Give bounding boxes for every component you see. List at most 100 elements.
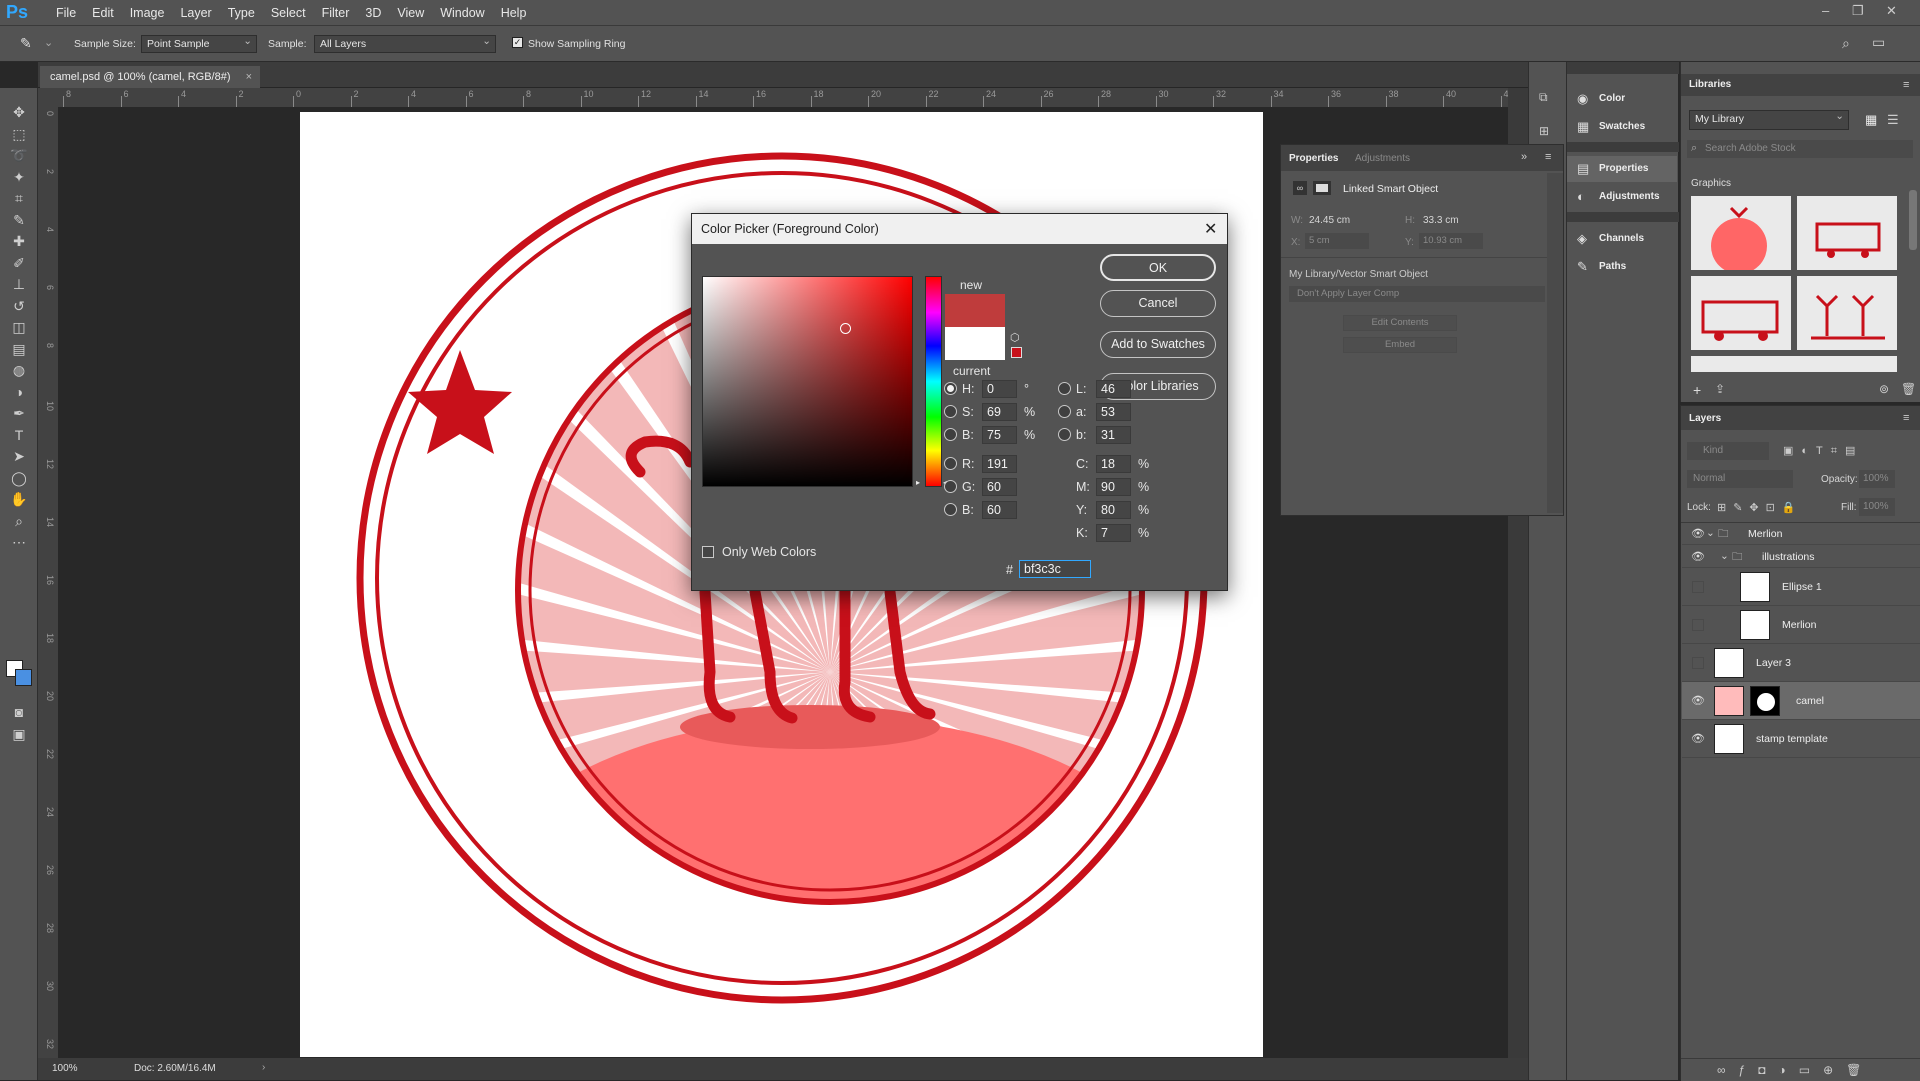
red-input[interactable]: 191 bbox=[982, 455, 1017, 473]
type-tool-icon[interactable]: T bbox=[9, 425, 29, 445]
layer-row[interactable]: 👁 ⌄ 🗀 illustrations bbox=[1682, 545, 1920, 568]
pen-tool-icon[interactable]: ✒ bbox=[9, 403, 29, 423]
cancel-button[interactable]: Cancel bbox=[1100, 290, 1216, 317]
side-panel-channels[interactable]: ◈ Channels bbox=[1567, 226, 1677, 252]
layer-comp-select[interactable]: Don't Apply Layer Comp bbox=[1289, 286, 1545, 302]
menu-filter[interactable]: Filter bbox=[314, 6, 358, 20]
menu-layer[interactable]: Layer bbox=[172, 6, 219, 20]
lab-a-radio[interactable] bbox=[1058, 405, 1071, 418]
ellipse-tool-icon[interactable]: ◯ bbox=[9, 468, 29, 488]
brush-preset-icon[interactable]: ⊞ bbox=[1539, 124, 1549, 138]
menu-help[interactable]: Help bbox=[493, 6, 535, 20]
current-color-swatch[interactable] bbox=[945, 327, 1005, 360]
graphic-thumb-bus[interactable] bbox=[1691, 276, 1791, 350]
zoom-level[interactable]: 100% bbox=[52, 1063, 78, 1074]
list-view-icon[interactable]: ☰ bbox=[1887, 112, 1899, 128]
hue-radio[interactable] bbox=[944, 382, 957, 395]
minimize-icon[interactable]: – bbox=[1822, 3, 1829, 18]
magic-wand-tool-icon[interactable]: ✦ bbox=[9, 167, 29, 187]
dialog-close-icon[interactable]: ✕ bbox=[1204, 219, 1217, 239]
side-panel-adjustments[interactable]: ◐ Adjustments bbox=[1567, 184, 1677, 210]
x-field[interactable]: 5 cm bbox=[1305, 233, 1369, 249]
marquee-tool-icon[interactable]: ⬚ bbox=[9, 124, 29, 144]
layer-row[interactable]: Merlion bbox=[1682, 606, 1920, 644]
color-picker-cursor[interactable] bbox=[840, 323, 851, 334]
path-selection-tool-icon[interactable]: ➤ bbox=[9, 446, 29, 466]
show-ring-checkbox[interactable]: ✓ bbox=[512, 37, 523, 48]
brightness-input[interactable]: 75 bbox=[982, 426, 1017, 444]
brush-tool-icon[interactable]: ✐ bbox=[9, 253, 29, 273]
add-content-icon[interactable]: + bbox=[1693, 382, 1701, 398]
library-select[interactable]: My Library bbox=[1689, 110, 1849, 130]
grid-view-icon[interactable]: ▦ bbox=[1865, 112, 1877, 128]
eyedropper-icon[interactable]: ✎ bbox=[20, 35, 32, 52]
eraser-tool-icon[interactable]: ◫ bbox=[9, 317, 29, 337]
layer-row[interactable]: Layer 3 bbox=[1682, 644, 1920, 682]
sample-size-select[interactable]: Point Sample bbox=[141, 35, 257, 53]
lab-l-radio[interactable] bbox=[1058, 382, 1071, 395]
tab-adjustments[interactable]: Adjustments bbox=[1355, 153, 1410, 164]
side-panel-properties[interactable]: ▤ Properties bbox=[1567, 156, 1677, 182]
brightness-radio[interactable] bbox=[944, 428, 957, 441]
menu-view[interactable]: View bbox=[389, 6, 432, 20]
lasso-tool-icon[interactable]: ➰ bbox=[9, 145, 29, 165]
status-menu-icon[interactable]: › bbox=[262, 1062, 265, 1073]
hue-input[interactable]: 0 bbox=[982, 380, 1017, 398]
properties-scrollbar[interactable] bbox=[1547, 173, 1563, 513]
side-panel-paths[interactable]: ✎ Paths bbox=[1567, 254, 1677, 280]
restore-icon[interactable]: ❐ bbox=[1852, 3, 1864, 19]
blue-radio[interactable] bbox=[944, 503, 957, 516]
menu-select[interactable]: Select bbox=[263, 6, 314, 20]
layer-actions-icons[interactable]: ∞ƒ◘◑▭⊕🗑 bbox=[1717, 1063, 1874, 1077]
lab-l-input[interactable]: 46 bbox=[1096, 380, 1131, 398]
chevron-down-icon[interactable]: ⌄ bbox=[1706, 527, 1715, 539]
only-web-colors-checkbox[interactable] bbox=[702, 546, 714, 558]
layers-menu-icon[interactable]: ≡ bbox=[1903, 412, 1909, 424]
visibility-toggle[interactable] bbox=[1692, 657, 1704, 669]
hue-slider[interactable] bbox=[925, 276, 942, 487]
workspace-icon[interactable]: ▭ bbox=[1872, 34, 1885, 51]
eye-icon[interactable]: 👁 bbox=[1691, 550, 1705, 563]
history-icon[interactable]: ⧉ bbox=[1539, 90, 1548, 105]
chevron-down-icon[interactable]: ⌄ bbox=[44, 36, 53, 49]
layer-row[interactable]: 👁 stamp template bbox=[1682, 720, 1920, 758]
opacity-field[interactable]: 100% bbox=[1859, 470, 1895, 488]
saturation-brightness-field[interactable] bbox=[702, 276, 913, 487]
graphics-section[interactable]: Graphics bbox=[1691, 178, 1731, 189]
w-value[interactable]: 24.45 cm bbox=[1309, 215, 1350, 226]
trash-icon[interactable]: 🗑 bbox=[1901, 382, 1916, 396]
green-radio[interactable] bbox=[944, 480, 957, 493]
sample-select[interactable]: All Layers bbox=[314, 35, 496, 53]
menu-3d[interactable]: 3D bbox=[357, 6, 389, 20]
red-radio[interactable] bbox=[944, 457, 957, 470]
hand-tool-icon[interactable]: ✋ bbox=[9, 489, 29, 509]
panel-menu-icon[interactable]: ≡ bbox=[1545, 151, 1551, 163]
magenta-input[interactable]: 90 bbox=[1096, 478, 1131, 496]
layer-row[interactable]: 👁 camel bbox=[1682, 682, 1920, 720]
eyedropper-tool-icon[interactable]: ✎ bbox=[9, 210, 29, 230]
lab-a-input[interactable]: 53 bbox=[1096, 403, 1131, 421]
menu-file[interactable]: File bbox=[48, 6, 84, 20]
blur-tool-icon[interactable]: ◍ bbox=[9, 360, 29, 380]
graphic-thumb-more[interactable] bbox=[1691, 356, 1897, 372]
out-of-gamut-icon[interactable]: ⬡ bbox=[1010, 331, 1020, 344]
side-panel-swatches[interactable]: ▦ Swatches bbox=[1567, 114, 1677, 140]
layer-filter-icons[interactable]: ▣◐T⌗▤ bbox=[1783, 444, 1863, 458]
graphic-thumb-tram[interactable] bbox=[1797, 196, 1897, 270]
close-tab-icon[interactable]: × bbox=[246, 71, 252, 83]
clone-stamp-tool-icon[interactable]: ⊥ bbox=[9, 274, 29, 294]
yellow-input[interactable]: 80 bbox=[1096, 501, 1131, 519]
green-input[interactable]: 60 bbox=[982, 478, 1017, 496]
add-to-swatches-button[interactable]: Add to Swatches bbox=[1100, 331, 1216, 358]
libraries-menu-icon[interactable]: ≡ bbox=[1903, 79, 1909, 91]
side-panel-color[interactable]: ◉ Color bbox=[1567, 86, 1677, 112]
panel-collapse-icon[interactable]: » bbox=[1521, 151, 1527, 163]
embed-button[interactable]: Embed bbox=[1343, 337, 1457, 353]
zoom-tool-icon[interactable]: ⌕ bbox=[9, 511, 29, 531]
menu-window[interactable]: Window bbox=[432, 6, 492, 20]
saturation-radio[interactable] bbox=[944, 405, 957, 418]
quick-mask-icon[interactable]: ◙ bbox=[9, 702, 29, 722]
blend-mode-select[interactable]: Normal bbox=[1687, 470, 1793, 488]
search-icon[interactable]: ⌕ bbox=[1842, 35, 1850, 52]
menu-type[interactable]: Type bbox=[220, 6, 263, 20]
